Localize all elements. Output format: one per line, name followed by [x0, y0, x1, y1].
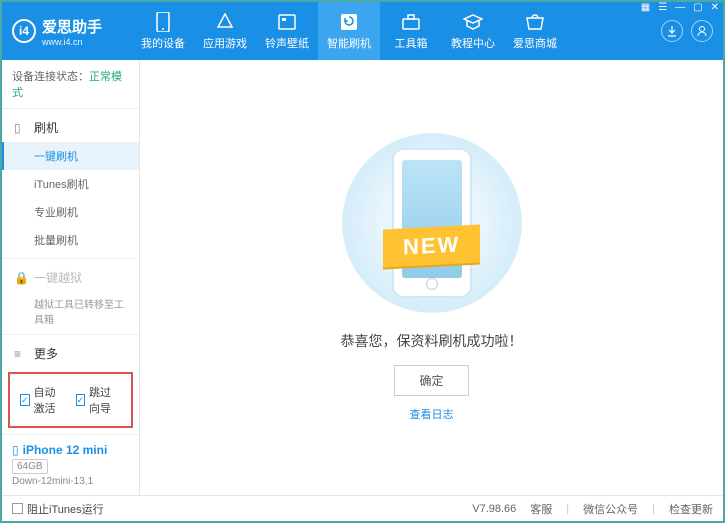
device-sub: Down-12mini-13,1: [12, 476, 129, 487]
header: i4 爱思助手 www.i4.cn 我的设备 应用游戏 铃声壁纸 智能刷机 工具…: [2, 2, 723, 60]
new-ribbon: NEW: [383, 224, 480, 267]
success-message: 恭喜您，保资料刷机成功啦！: [341, 331, 523, 351]
nav-flash[interactable]: 智能刷机: [318, 2, 380, 60]
app-name: 爱思助手: [42, 16, 102, 37]
nav-toolbox[interactable]: 工具箱: [380, 2, 442, 60]
sidebar-menu: ▯ 刷机 一键刷机 iTunes刷机 专业刷机 批量刷机 🔒 一键越狱 越狱工具…: [2, 109, 139, 366]
nav: 我的设备 应用游戏 铃声壁纸 智能刷机 工具箱 教程中心 爱思商城: [132, 2, 661, 60]
body: 设备连接状态：正常模式 ▯ 刷机 一键刷机 iTunes刷机 专业刷机 批量刷机…: [2, 60, 723, 495]
header-right: [661, 20, 713, 42]
checkbox-skip-guide[interactable]: ✓ 跳过向导: [76, 384, 122, 416]
nav-my-device[interactable]: 我的设备: [132, 2, 194, 60]
nav-store[interactable]: 爱思商城: [504, 2, 566, 60]
lock-small-icon: 🔒: [14, 271, 28, 285]
close-icon[interactable]: ✕: [711, 2, 719, 13]
connection-status: 设备连接状态：正常模式: [2, 60, 139, 109]
wallpaper-icon: [277, 12, 297, 32]
nav-tutorials[interactable]: 教程中心: [442, 2, 504, 60]
checkbox-icon: [12, 503, 23, 514]
graduation-icon: [463, 12, 483, 32]
menu-group-flash: ▯ 刷机 一键刷机 iTunes刷机 专业刷机 批量刷机: [2, 109, 139, 259]
wechat-link[interactable]: 微信公众号: [583, 501, 638, 517]
menu-item-oneclick[interactable]: 一键刷机: [2, 142, 139, 170]
check-icon: ✓: [20, 394, 30, 406]
success-illustration: NEW: [322, 133, 542, 313]
device-block[interactable]: ▯ iPhone 12 mini 64GB Down-12mini-13,1: [2, 434, 139, 495]
app-url: www.i4.cn: [42, 37, 102, 47]
toolbox-icon: [401, 12, 421, 32]
device-storage: 64GB: [12, 459, 48, 474]
device-phone-icon: ▯: [12, 443, 19, 457]
maximize-icon[interactable]: ▢: [693, 2, 702, 13]
more-icon: ≡: [14, 347, 28, 361]
service-link[interactable]: 客服: [530, 501, 552, 517]
menu-item-batch[interactable]: 批量刷机: [2, 226, 139, 254]
menu-group-jailbreak: 🔒 一键越狱 越狱工具已转移至工具箱: [2, 259, 139, 335]
logo: i4 爱思助手 www.i4.cn: [12, 16, 132, 47]
sidebar: 设备连接状态：正常模式 ▯ 刷机 一键刷机 iTunes刷机 专业刷机 批量刷机…: [2, 60, 140, 495]
menu-group-more: ≡ 更多 其他工具 下载固件 高级功能: [2, 335, 139, 366]
footer: 阻止iTunes运行 V7.98.66 客服 | 微信公众号 | 检查更新: [2, 495, 723, 521]
check-icon: ✓: [76, 394, 86, 406]
user-button[interactable]: [691, 20, 713, 42]
checkbox-block-itunes[interactable]: 阻止iTunes运行: [12, 501, 104, 517]
menu-item-pro[interactable]: 专业刷机: [2, 198, 139, 226]
store-icon: [525, 12, 545, 32]
phone-illustration: [392, 148, 472, 298]
menu-header-flash[interactable]: ▯ 刷机: [2, 113, 139, 142]
jailbreak-note: 越狱工具已转移至工具箱: [2, 292, 139, 330]
nav-apps[interactable]: 应用游戏: [194, 2, 256, 60]
main-content: NEW 恭喜您，保资料刷机成功啦！ 确定 查看日志: [140, 60, 723, 495]
nav-ringtones[interactable]: 铃声壁纸: [256, 2, 318, 60]
version-label: V7.98.66: [472, 503, 516, 515]
view-log-link[interactable]: 查看日志: [410, 406, 454, 422]
phone-icon: [153, 12, 173, 32]
update-link[interactable]: 检查更新: [669, 501, 713, 517]
options-highlighted: ✓ 自动激活 ✓ 跳过向导: [8, 372, 133, 428]
window-controls: ▦ ☰ — ▢ ✕: [641, 2, 719, 13]
footer-left: 阻止iTunes运行: [12, 501, 104, 517]
menu-item-itunes[interactable]: iTunes刷机: [2, 170, 139, 198]
lock-icon[interactable]: ☰: [658, 2, 667, 13]
confirm-button[interactable]: 确定: [394, 365, 468, 396]
logo-icon: i4: [12, 19, 36, 43]
checkbox-auto-activate[interactable]: ✓ 自动激活: [20, 384, 66, 416]
download-button[interactable]: [661, 20, 683, 42]
footer-right: V7.98.66 客服 | 微信公众号 | 检查更新: [472, 501, 713, 517]
menu-header-jailbreak[interactable]: 🔒 一键越狱: [2, 263, 139, 292]
minimize-icon[interactable]: —: [675, 2, 685, 13]
menu-icon[interactable]: ▦: [641, 2, 650, 13]
device-name: iPhone 12 mini: [23, 443, 108, 457]
menu-header-more[interactable]: ≡ 更多: [2, 339, 139, 366]
phone-small-icon: ▯: [14, 121, 28, 135]
apps-icon: [215, 12, 235, 32]
refresh-icon: [339, 12, 359, 32]
